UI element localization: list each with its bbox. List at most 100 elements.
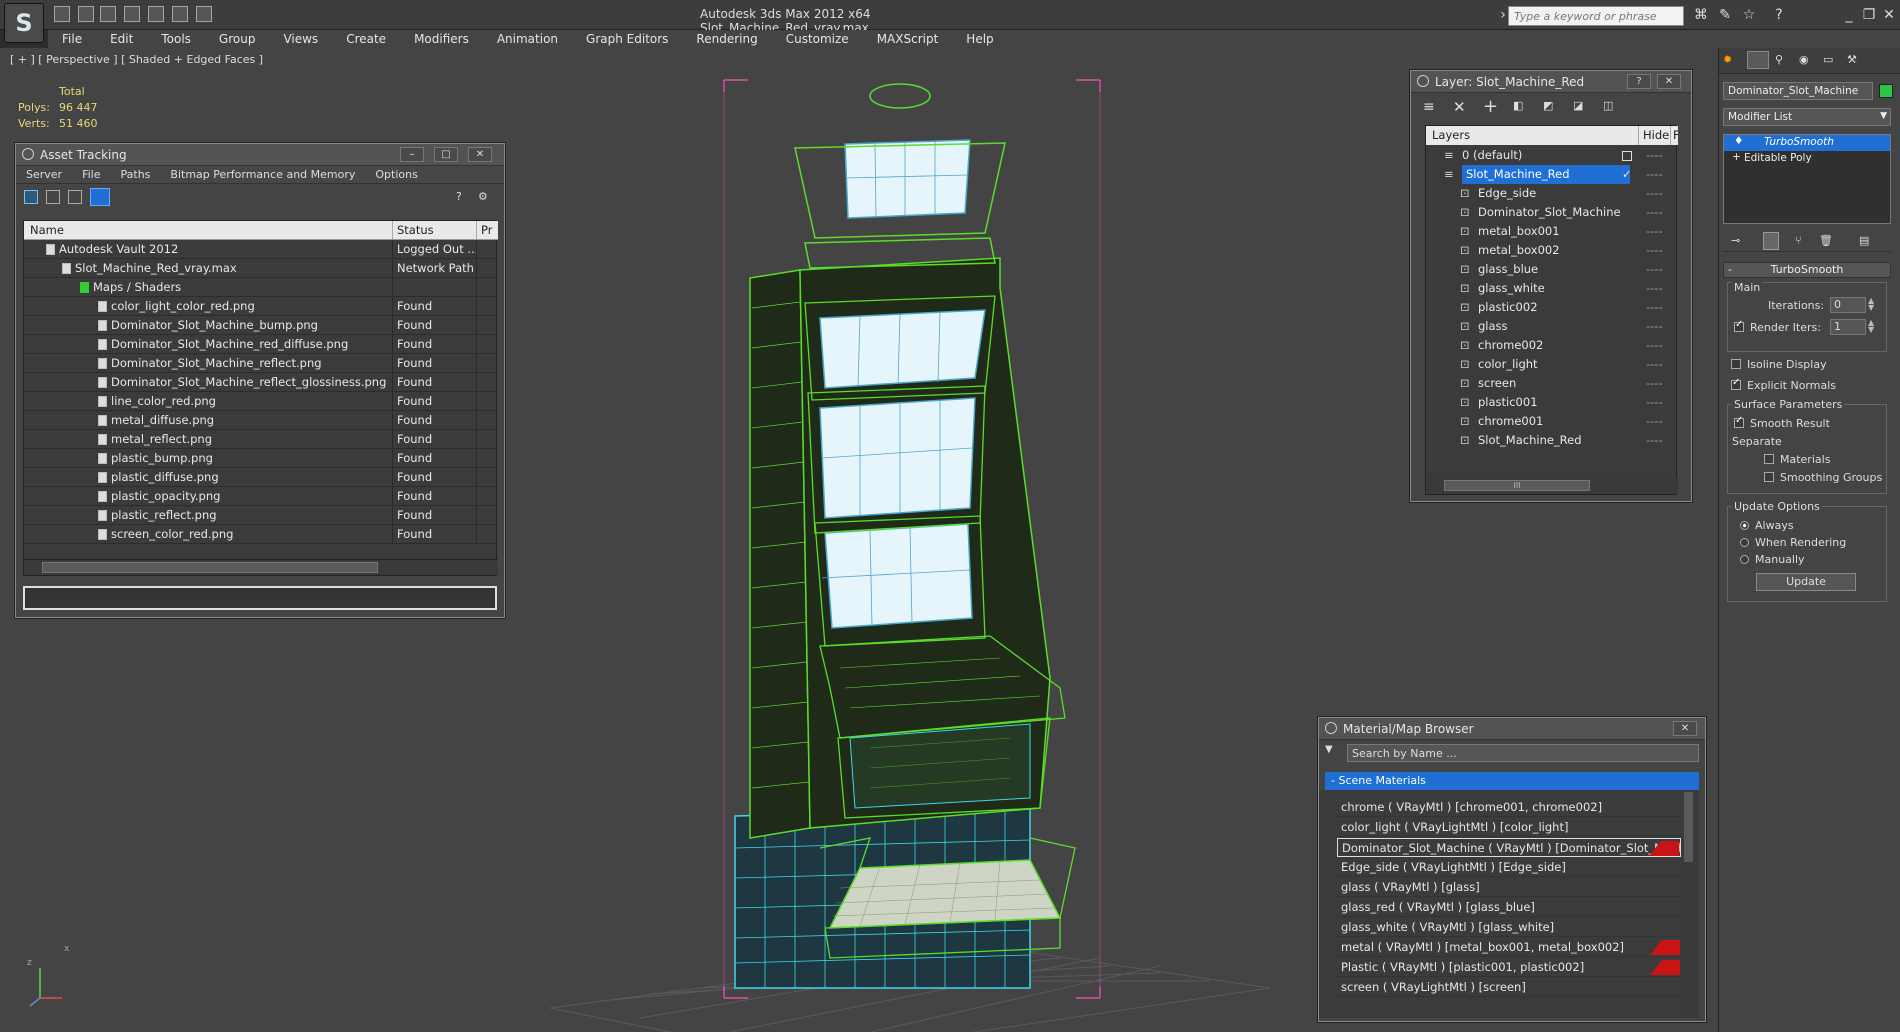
smoothing-groups-row[interactable]: Smoothing Groups: [1764, 471, 1882, 484]
scroll-thumb[interactable]: [1684, 792, 1693, 862]
hide-toggle[interactable]: ----: [1646, 431, 1663, 450]
project-folder-icon[interactable]: [196, 6, 212, 22]
col-hide[interactable]: Hide: [1638, 126, 1669, 145]
menu-modifiers[interactable]: Modifiers: [400, 30, 483, 48]
col-f[interactable]: F: [1670, 126, 1678, 145]
layer-row[interactable]: ⊡ color_light ----: [1426, 355, 1678, 374]
smooth-result-row[interactable]: Smooth Result: [1734, 415, 1830, 430]
iterations-spinner[interactable]: 0: [1830, 297, 1866, 313]
material-row[interactable]: metal ( VRayMtl ) [metal_box001, metal_b…: [1337, 938, 1681, 957]
freeze-all-icon[interactable]: ◫: [1603, 99, 1613, 112]
menu-customize[interactable]: Customize: [772, 30, 863, 48]
asset-tracking-titlebar[interactable]: Asset Tracking – □ ✕: [16, 144, 504, 166]
asset-row[interactable]: Dominator_Slot_Machine_reflect.png Found: [24, 354, 498, 373]
material-vscrollbar[interactable]: [1683, 790, 1695, 1016]
material-row[interactable]: glass_red ( VRayMtl ) [glass_blue]: [1337, 898, 1681, 917]
menu-file[interactable]: File: [48, 30, 96, 48]
asset-row[interactable]: Dominator_Slot_Machine_red_diffuse.png Fo…: [24, 335, 498, 354]
help-icon[interactable]: ?: [1627, 74, 1651, 89]
layer-row[interactable]: ⊡ Dominator_Slot_Machine ----: [1426, 203, 1678, 222]
asset-menu-bitmap[interactable]: Bitmap Performance and Memory: [160, 166, 365, 183]
search-expand-icon[interactable]: ›: [1494, 6, 1512, 24]
lightbulb-icon[interactable]: ♦: [1734, 135, 1743, 147]
menu-maxscript[interactable]: MAXScript: [863, 30, 953, 48]
minimize-window-icon[interactable]: _: [1840, 6, 1858, 24]
always-row[interactable]: Always: [1740, 519, 1794, 532]
when-rendering-radio[interactable]: [1740, 538, 1749, 547]
materials-row[interactable]: Materials: [1764, 453, 1830, 466]
hide-toggle[interactable]: ----: [1646, 165, 1663, 184]
close-icon[interactable]: ✕: [1673, 721, 1697, 736]
pin-stack-icon[interactable]: ⊸: [1731, 234, 1740, 247]
hide-all-icon[interactable]: ◪: [1573, 99, 1583, 112]
asset-menu-server[interactable]: Server: [16, 166, 72, 183]
scene-materials-group[interactable]: - Scene Materials: [1325, 772, 1699, 790]
layer-hscrollbar[interactable]: III: [1426, 478, 1678, 494]
asset-menu-file[interactable]: File: [72, 166, 110, 183]
hide-toggle[interactable]: ----: [1646, 260, 1663, 279]
material-browser-titlebar[interactable]: Material/Map Browser ✕: [1319, 718, 1705, 740]
current-layer-box[interactable]: [1622, 151, 1632, 161]
menu-graph-editors[interactable]: Graph Editors: [572, 30, 682, 48]
create-tab-icon[interactable]: ✹: [1723, 53, 1732, 66]
material-search-input[interactable]: Search by Name ...: [1347, 744, 1699, 762]
hide-toggle[interactable]: ----: [1646, 355, 1663, 374]
explicit-normals-checkbox[interactable]: [1731, 377, 1741, 390]
material-row[interactable]: Edge_side ( VRayLightMtl ) [Edge_side]: [1337, 858, 1681, 877]
material-row[interactable]: screen ( VRayLightMtl ) [screen]: [1337, 978, 1681, 997]
redo-icon[interactable]: [172, 6, 188, 22]
render-iters-spinner-arrows[interactable]: ▲ ▼: [1868, 319, 1874, 334]
close-icon[interactable]: ✕: [468, 147, 492, 162]
render-iters-row[interactable]: Render Iters:: [1734, 319, 1821, 334]
close-icon[interactable]: ✕: [1657, 74, 1681, 89]
hide-toggle[interactable]: ----: [1646, 241, 1663, 260]
asset-row[interactable]: screen_color_red.png Found: [24, 525, 498, 544]
viewport-label[interactable]: [ + ] [ Perspective ] [ Shaded + Edged F…: [10, 53, 263, 66]
binoculars-icon[interactable]: ⌘: [1692, 6, 1710, 24]
col-pr[interactable]: Pr: [476, 221, 492, 239]
communication-center-icon[interactable]: ✎: [1716, 6, 1734, 24]
turbosmooth-rollout-header[interactable]: - TurboSmooth: [1723, 262, 1891, 278]
render-iters-checkbox[interactable]: [1734, 319, 1744, 332]
help-icon[interactable]: ?: [456, 190, 470, 204]
minimize-icon[interactable]: –: [400, 147, 424, 162]
col-name[interactable]: Name: [30, 221, 64, 239]
stack-item-editable-poly[interactable]: + Editable Poly: [1724, 151, 1890, 167]
material-row[interactable]: chrome ( VRayMtl ) [chrome001, chrome002…: [1337, 798, 1681, 817]
show-end-result-icon[interactable]: [1763, 232, 1779, 250]
hold-icon[interactable]: [124, 6, 140, 22]
hide-toggle[interactable]: ----: [1646, 146, 1663, 165]
asset-row[interactable]: Autodesk Vault 2012 Logged Out ...: [24, 240, 498, 259]
layer-row[interactable]: ⊡ glass_white ----: [1426, 279, 1678, 298]
menu-create[interactable]: Create: [332, 30, 400, 48]
when-rendering-row[interactable]: When Rendering: [1740, 536, 1846, 549]
material-row[interactable]: color_light ( VRayLightMtl ) [color_ligh…: [1337, 818, 1681, 837]
settings-icon[interactable]: ⚙: [478, 190, 492, 204]
hide-toggle[interactable]: ----: [1646, 412, 1663, 431]
asset-row[interactable]: Maps / Shaders: [24, 278, 498, 297]
restore-window-icon[interactable]: ❐: [1860, 6, 1878, 24]
make-unique-icon[interactable]: ⑂: [1795, 234, 1802, 247]
help-icon[interactable]: ?: [1770, 6, 1788, 24]
explicit-normals-row[interactable]: Explicit Normals: [1731, 377, 1836, 392]
grid-view-icon[interactable]: [90, 188, 110, 206]
add-to-layer-icon[interactable]: +: [1483, 96, 1498, 117]
isoline-checkbox[interactable]: [1731, 359, 1741, 369]
stack-item-turbosmooth[interactable]: ♦ TurboSmooth: [1724, 135, 1890, 151]
list-view-icon[interactable]: [46, 190, 60, 204]
object-name-field[interactable]: Dominator_Slot_Machine: [1723, 82, 1873, 100]
col-status[interactable]: Status: [392, 221, 434, 239]
asset-row[interactable]: plastic_reflect.png Found: [24, 506, 498, 525]
open-file-icon[interactable]: [54, 6, 70, 22]
material-row[interactable]: glass_white ( VRayMtl ) [glass_white]: [1337, 918, 1681, 937]
layer-row[interactable]: ⊡ plastic002 ----: [1426, 298, 1678, 317]
hide-toggle[interactable]: ----: [1646, 317, 1663, 336]
favorites-star-icon[interactable]: ☆: [1740, 6, 1758, 24]
layer-row[interactable]: ⊡ Edge_side ----: [1426, 184, 1678, 203]
modifier-list-dropdown[interactable]: Modifier List ▼: [1723, 108, 1891, 126]
layer-row[interactable]: ⊡ plastic001 ----: [1426, 393, 1678, 412]
hide-toggle[interactable]: ----: [1646, 222, 1663, 241]
menu-views[interactable]: Views: [269, 30, 332, 48]
asset-row[interactable]: metal_reflect.png Found: [24, 430, 498, 449]
asset-menu-paths[interactable]: Paths: [111, 166, 161, 183]
